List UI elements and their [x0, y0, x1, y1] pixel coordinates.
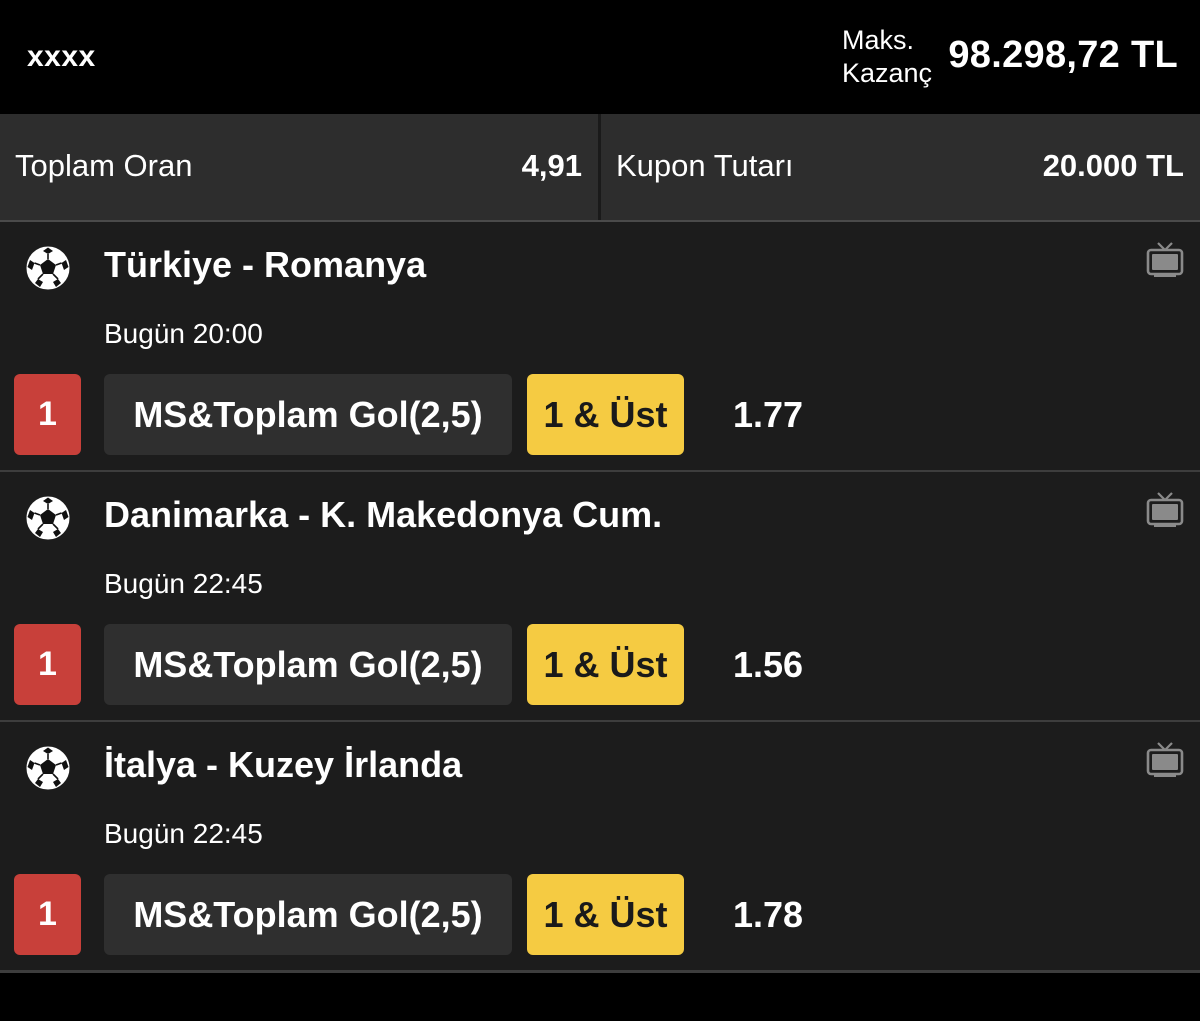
- coupon-summary: Toplam Oran 4,91 Kupon Tutarı 20.000 TL: [0, 114, 1200, 222]
- match-teams[interactable]: İtalya - Kuzey İrlanda: [104, 744, 462, 786]
- match-time: Bugün 22:45: [104, 818, 263, 849]
- position-badge: 1: [14, 874, 81, 955]
- max-win-label-line1: Maks.: [842, 25, 915, 55]
- tv-icon[interactable]: [1146, 740, 1184, 778]
- coupon-header: xxxx Maks. Kazanç 98.298,72 TL: [0, 0, 1200, 114]
- match-time: Bugün 20:00: [104, 318, 263, 349]
- stake-value[interactable]: 20.000 TL: [1043, 148, 1184, 184]
- tv-icon[interactable]: [1146, 240, 1184, 278]
- soccer-ball-icon: [26, 246, 70, 290]
- odd-value: 1.56: [733, 644, 804, 685]
- match-card: Türkiye - Romanya Bugün 20:00 1 MS&Topla…: [0, 222, 1200, 473]
- soccer-ball-icon: [26, 496, 70, 540]
- position-badge: 1: [14, 624, 81, 705]
- tv-icon[interactable]: [1146, 490, 1184, 528]
- coupon-page: xxxx Maks. Kazanç 98.298,72 TL Toplam Or…: [0, 0, 1200, 1021]
- max-win-label: Maks. Kazanç: [842, 24, 932, 90]
- stake-cell[interactable]: Kupon Tutarı 20.000 TL: [601, 114, 1200, 220]
- max-win-label-line2: Kazanç: [842, 58, 933, 88]
- total-odds-value: 4,91: [521, 148, 582, 183]
- match-teams[interactable]: Türkiye - Romanya: [104, 244, 426, 286]
- odd-value: 1.78: [733, 894, 804, 935]
- pick-badge[interactable]: 1 & Üst: [527, 374, 684, 455]
- pick-badge[interactable]: 1 & Üst: [527, 624, 684, 705]
- total-odds-cell: Toplam Oran 4,91: [0, 114, 598, 220]
- pick-badge[interactable]: 1 & Üst: [527, 874, 684, 955]
- match-card: Danimarka - K. Makedonya Cum. Bugün 22:4…: [0, 472, 1200, 723]
- soccer-ball-icon: [26, 746, 70, 790]
- total-odds-label: Toplam Oran: [15, 148, 193, 183]
- match-time: Bugün 22:45: [104, 568, 263, 599]
- market-name: MS&Toplam Gol(2,5): [104, 624, 512, 705]
- match-card: İtalya - Kuzey İrlanda Bugün 22:45 1 MS&…: [0, 722, 1200, 973]
- position-badge: 1: [14, 374, 81, 455]
- max-win-value: 98.298,72 TL: [948, 34, 1178, 76]
- odd-value: 1.77: [733, 394, 804, 435]
- market-name: MS&Toplam Gol(2,5): [104, 874, 512, 955]
- username: xxxx: [27, 40, 96, 73]
- stake-label: Kupon Tutarı: [616, 148, 794, 183]
- match-teams[interactable]: Danimarka - K. Makedonya Cum.: [104, 494, 662, 536]
- market-name: MS&Toplam Gol(2,5): [104, 374, 512, 455]
